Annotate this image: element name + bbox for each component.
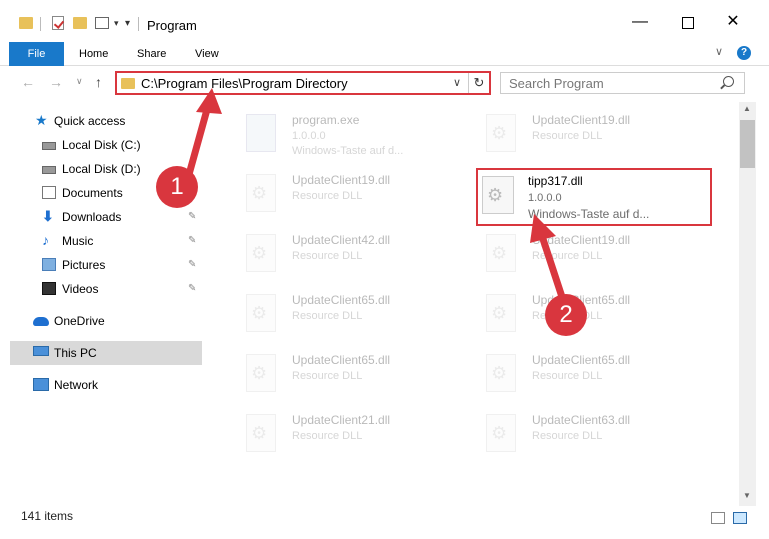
arrow-2 (530, 214, 567, 304)
arrow-1 (184, 88, 222, 182)
step-badge-1: 1 (156, 166, 198, 208)
annotation-arrows (184, 88, 567, 304)
step-badge-2: 2 (545, 294, 587, 336)
